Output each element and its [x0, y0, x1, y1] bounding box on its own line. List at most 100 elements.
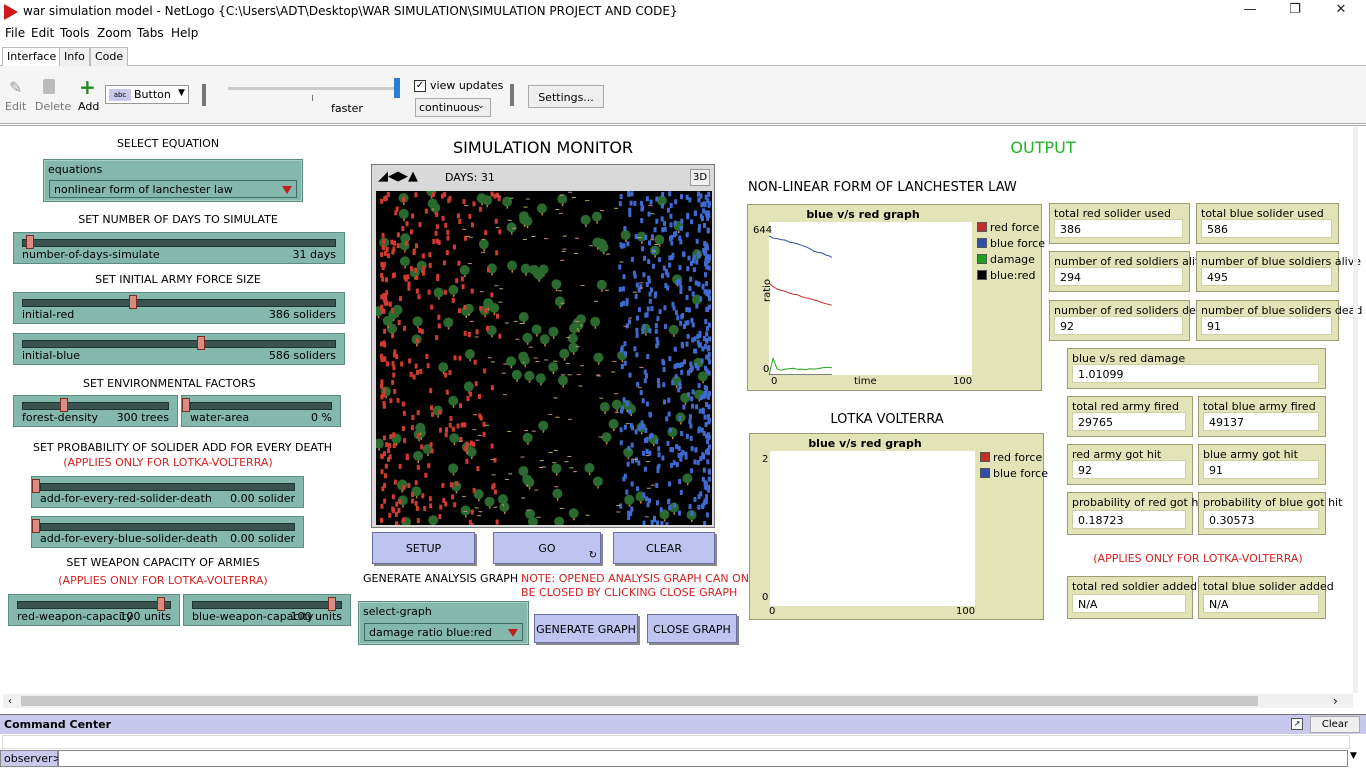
slider-thumb[interactable]	[182, 398, 190, 412]
tree	[518, 351, 529, 362]
menu-tabs[interactable]: Tabs	[137, 26, 164, 40]
simulation-canvas[interactable]	[376, 191, 712, 525]
red-weapon-slider[interactable]: red-weapon-capacity 100 units	[8, 594, 180, 626]
monitor-blue-dead: number of blue soliders dead 91	[1196, 300, 1362, 341]
world-view[interactable]: ◢◀▶▲ DAYS: 31 3D	[371, 164, 715, 528]
scroll-thumb[interactable]	[21, 696, 1258, 706]
minimize-icon[interactable]: —	[1240, 2, 1260, 20]
add-label[interactable]: Add	[78, 100, 99, 113]
blue-soldier	[621, 286, 625, 292]
3d-button[interactable]: 3D	[690, 169, 710, 186]
slider-thumb[interactable]	[32, 519, 40, 533]
trash-icon[interactable]	[43, 79, 55, 94]
clear-button[interactable]: CLEAR	[613, 532, 715, 564]
gen-graph-title: GENERATE ANALYSIS GRAPH	[363, 572, 519, 585]
blue-soldier	[655, 500, 659, 506]
bullet	[555, 416, 560, 418]
plus-icon[interactable]: +	[79, 75, 96, 99]
slider-thumb[interactable]	[60, 398, 68, 412]
red-soldier	[482, 421, 486, 427]
tree	[599, 402, 610, 413]
red-soldier	[395, 501, 399, 507]
blue-soldier	[619, 427, 623, 433]
tree	[620, 230, 631, 241]
blue-soldier	[650, 234, 654, 240]
view-controls-icon[interactable]: ◢◀▶▲	[378, 169, 418, 184]
water-area-slider[interactable]: water-area 0 %	[181, 395, 341, 427]
horizontal-scrollbar[interactable]: ‹ ›	[3, 694, 1353, 708]
blue-soldier	[631, 425, 635, 431]
red-soldier	[495, 519, 499, 525]
blue-soldier	[703, 498, 707, 504]
add-red-slider[interactable]: add-for-every-red-solider-death 0.00 soli…	[31, 476, 304, 508]
menu-help[interactable]: Help	[171, 26, 198, 40]
close-graph-button[interactable]: CLOSE GRAPH	[647, 614, 737, 643]
blue-soldier	[669, 222, 673, 228]
widget-type-select[interactable]: abc Button ▼	[105, 85, 189, 104]
clear-output-button[interactable]: Clear	[1310, 716, 1360, 733]
red-soldier	[429, 503, 433, 509]
view-updates-checkbox[interactable]: ✓	[414, 80, 426, 92]
forest-density-slider[interactable]: forest-density 300 trees	[13, 395, 178, 427]
slider-thumb[interactable]	[26, 235, 34, 249]
blue-soldier	[680, 451, 684, 457]
blue-soldier	[702, 454, 706, 460]
tab-code[interactable]: Code	[90, 47, 129, 66]
tab-info[interactable]: Info	[59, 47, 90, 66]
blue-soldier	[629, 200, 633, 206]
blue-weapon-slider[interactable]: blue-weapon-capacity 100 units	[183, 594, 351, 626]
initial-blue-slider[interactable]: initial-blue 586 soliders	[13, 333, 345, 365]
days-slider[interactable]: number-of-days-simulate 31 days	[13, 232, 345, 264]
battlefield	[376, 191, 711, 525]
monitor-red-prob: probability of red got hit 0.18723	[1067, 492, 1206, 535]
slider-thumb[interactable]	[157, 597, 165, 611]
slider-thumb[interactable]	[129, 295, 137, 309]
tab-interface[interactable]: Interface	[2, 47, 62, 67]
menu-tools[interactable]: Tools	[60, 26, 90, 40]
settings-button[interactable]: Settings...	[528, 85, 604, 108]
speed-slider-thumb[interactable]	[394, 78, 400, 98]
menu-zoom[interactable]: Zoom	[97, 26, 132, 40]
applies-note: (APPLIES ONLY FOR LOTKA-VOLTERRA)	[63, 456, 273, 469]
expand-icon[interactable]: ↗	[1291, 718, 1303, 730]
delete-label[interactable]: Delete	[35, 100, 71, 113]
menu-file[interactable]: File	[5, 26, 25, 40]
equations-chooser[interactable]: equations nonlinear form of lanchester l…	[43, 159, 303, 202]
red-soldier	[426, 363, 430, 369]
scroll-right-icon[interactable]: ›	[1333, 694, 1338, 708]
red-soldier	[468, 213, 472, 219]
observer-prompt[interactable]: observer>	[0, 750, 62, 767]
blue-soldier	[678, 281, 682, 287]
pencil-icon[interactable]: ✎	[9, 78, 22, 97]
add-blue-slider[interactable]: add-for-every-blue-solider-death 0.00 sol…	[31, 516, 304, 548]
red-soldier	[427, 463, 431, 469]
menu-edit[interactable]: Edit	[31, 26, 54, 40]
red-soldier	[483, 368, 487, 374]
speed-slider-track[interactable]	[228, 87, 398, 90]
close-icon[interactable]: ✕	[1331, 2, 1351, 20]
vertical-scrollbar[interactable]	[1353, 127, 1358, 693]
bullet	[651, 250, 656, 252]
red-soldier	[418, 222, 422, 228]
update-mode-select[interactable]: continuous ⌄	[415, 98, 491, 117]
generate-graph-button[interactable]: GENERATE GRAPH	[534, 614, 638, 643]
blue-soldier	[671, 380, 675, 386]
scroll-left-icon[interactable]: ‹	[8, 696, 12, 707]
chevron-down-icon[interactable]: ▼	[1350, 751, 1357, 761]
red-soldier	[391, 361, 395, 367]
command-input[interactable]	[58, 750, 1348, 767]
select-graph-chooser[interactable]: select-graph damage ratio blue:red	[358, 601, 529, 645]
go-button[interactable]: GO ↻	[493, 532, 601, 564]
blue-soldier	[680, 343, 684, 349]
setup-button[interactable]: SETUP	[372, 532, 475, 564]
blue-soldier	[643, 369, 647, 375]
bullet	[490, 361, 495, 363]
slider-thumb[interactable]	[197, 336, 205, 350]
slider-thumb[interactable]	[32, 479, 40, 493]
blue-soldier	[655, 482, 659, 488]
restore-icon[interactable]: ❐	[1285, 2, 1305, 20]
initial-red-slider[interactable]: initial-red 386 soliders	[13, 292, 345, 324]
slider-thumb[interactable]	[328, 597, 336, 611]
edit-label[interactable]: Edit	[5, 100, 26, 113]
blue-soldier	[655, 218, 659, 224]
